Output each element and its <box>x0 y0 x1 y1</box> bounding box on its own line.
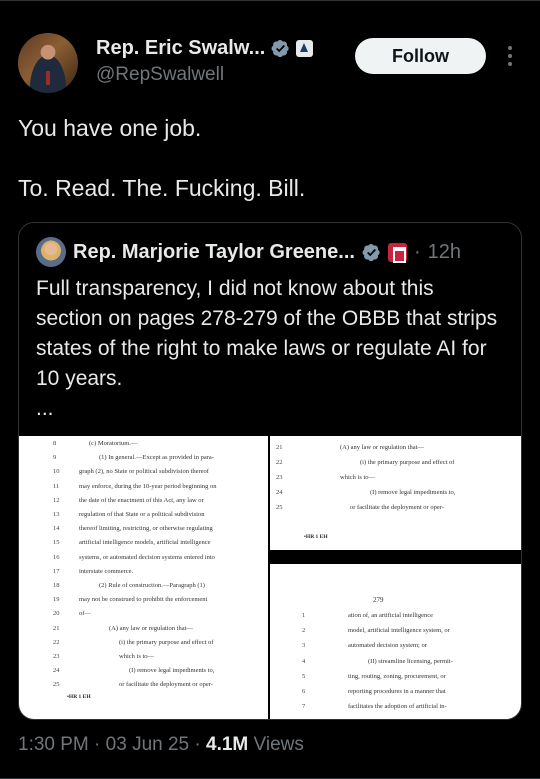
quoted-images: 8 (c) Moratorium.— 9 (1) In general.—Except… <box>19 436 521 719</box>
views-count: 4.1M <box>206 734 249 755</box>
bill-line-text: (A) any law or regulation that— <box>340 444 424 451</box>
tweet-author: Rep. Eric Swalw... @RepSwalwell Follow <box>18 33 518 93</box>
bill-line-text: (A) any law or regulation that— <box>109 624 193 632</box>
bill-line-number: 24 <box>53 667 60 675</box>
bill-line-number: 8 <box>53 440 57 447</box>
bill-line-text: systems, or automated decision systems e… <box>79 553 215 561</box>
bill-line-text: reporting procedures in a manner that <box>348 688 446 695</box>
bill-line-number: 1 <box>302 612 306 619</box>
bill-line-number: 15 <box>53 539 60 547</box>
bill-line-text: artificial intelligence models, artifici… <box>79 539 211 547</box>
author-name[interactable]: Rep. Eric Swalw... <box>96 37 265 60</box>
bill-line-text: which is to— <box>340 474 376 481</box>
quoted-timestamp: 12h <box>427 240 461 263</box>
quoted-author-name: Rep. Marjorie Taylor Greene... <box>73 240 355 263</box>
bill-line-number: 22 <box>53 638 60 646</box>
author-avatar[interactable] <box>18 33 78 93</box>
bill-line-number: 2 <box>302 627 306 635</box>
more-options-icon[interactable] <box>505 46 515 70</box>
bill-line-number: 12 <box>53 496 60 504</box>
quoted-tweet[interactable]: Rep. Marjorie Taylor Greene... · 12h Ful… <box>18 222 522 720</box>
bill-line-text: model, artificial intelligence system, o… <box>348 627 450 635</box>
bill-line-text: (II) streamline licensing, permit- <box>368 657 453 665</box>
tweet-meta: 1:30 PM · 03 Jun 25 · 4.1M Views <box>18 734 304 756</box>
bill-line-number: 22 <box>276 459 283 466</box>
bill-line-number: 11 <box>53 482 60 490</box>
bill-line-text: (i) the primary purpose and effect of <box>119 638 214 646</box>
meta-separator: · <box>94 734 101 755</box>
bill-line-number: 25 <box>276 504 283 511</box>
quoted-text: Full transparency, I did not know about … <box>36 274 506 424</box>
bill-line-number: 16 <box>53 553 60 561</box>
bill-line-text: ting, routing, zoning, procurement, or <box>348 672 446 680</box>
bill-line-text: (c) Moratorium.— <box>89 440 138 447</box>
bill-line-number: 5 <box>302 672 306 680</box>
bill-line-text: of— <box>79 610 91 618</box>
verified-badge-icon <box>362 243 380 261</box>
bill-page-number: 279 <box>373 596 384 604</box>
bill-line-text: ation of, an artificial intelligence <box>348 612 434 619</box>
quoted-author-avatar <box>36 237 66 267</box>
bill-line-text: the date of the enactment of this Act, a… <box>79 496 204 504</box>
quoted-ellipsis: ... <box>36 397 54 420</box>
bill-line-text: (1) In general.—Except as provided in pa… <box>99 454 214 462</box>
author-handle[interactable]: @RepSwalwell <box>96 64 224 86</box>
bill-line-number: 7 <box>302 703 306 711</box>
tweet-line: To. Read. The. Fucking. Bill. <box>18 175 306 201</box>
bill-line-number: 17 <box>53 567 60 575</box>
quoted-body: Full transparency, I did not know about … <box>36 277 498 390</box>
bill-line-text: (I) remove legal impediments to, <box>370 489 456 496</box>
bill-line-number: 20 <box>53 610 60 618</box>
bill-line-number: 6 <box>302 688 306 695</box>
bill-line-number: 24 <box>276 489 283 496</box>
tweet-text: You have one job. To. Read. The. Fucking… <box>18 113 518 233</box>
bill-line-text: (I) remove legal impediments to, <box>129 667 215 675</box>
house-badge-icon <box>387 242 407 263</box>
bill-line-text: may not be construed to prohibit the enf… <box>79 596 208 604</box>
bill-line-number: 25 <box>53 681 60 689</box>
views-label: Views <box>253 734 304 755</box>
meta-separator: · <box>194 734 201 755</box>
bill-page-image-right-top[interactable]: 21 (A) any law or regulation that— 22 (i) t… <box>270 436 521 550</box>
bill-line-text: regulation of that State or a political … <box>79 511 205 518</box>
bill-line-number: 21 <box>53 624 60 632</box>
bill-line-number: 10 <box>53 468 60 476</box>
bill-line-text: or facilitate the deployment or oper- <box>350 504 444 511</box>
top-divider <box>0 0 540 1</box>
bill-line-text: thereof limiting, restricting, or otherw… <box>79 525 213 533</box>
tweet-date[interactable]: 03 Jun 25 <box>106 734 189 755</box>
bill-line-text: facilitates the adoption of artificial i… <box>348 703 447 711</box>
quoted-author-row: Rep. Marjorie Taylor Greene... · 12h <box>36 237 461 267</box>
bill-line-number: 13 <box>53 511 60 518</box>
author-name-row: Rep. Eric Swalw... <box>96 37 314 60</box>
bill-footer-mark: •HR 1 EH <box>304 534 328 540</box>
quoted-separator: · <box>413 240 421 263</box>
bill-line-number: 21 <box>276 444 283 451</box>
bill-line-number: 19 <box>53 596 60 604</box>
tweet-time[interactable]: 1:30 PM <box>18 734 89 755</box>
bill-line-number: 4 <box>302 657 306 665</box>
bill-line-text: may enforce, during the 10-year period b… <box>79 482 217 490</box>
bill-line-text: or facilitate the deployment or oper- <box>119 681 213 689</box>
bill-page-image-right-bottom[interactable]: 279 1 ation of, an artificial intelligence… <box>270 564 521 719</box>
tweet-line: You have one job. <box>18 115 202 141</box>
bill-line-text: (i) the primary purpose and effect of <box>360 459 455 466</box>
bill-line-text: interstate commerce. <box>79 567 134 575</box>
bill-line-number: 18 <box>53 582 60 589</box>
bill-line-text: which is to— <box>119 653 155 660</box>
verified-badge-icon[interactable] <box>271 39 290 58</box>
bill-line-number: 23 <box>53 653 60 660</box>
bill-line-text: automated decision system; or <box>348 642 427 650</box>
bill-footer-mark: •HR 1 EH <box>67 694 91 700</box>
bill-line-number: 9 <box>53 454 57 462</box>
bill-line-number: 14 <box>53 525 60 533</box>
government-badge-icon[interactable] <box>296 40 314 57</box>
bill-line-number: 3 <box>302 642 306 650</box>
bill-page-image-left[interactable]: 8 (c) Moratorium.— 9 (1) In general.—Except… <box>19 436 268 719</box>
bill-line-text: graph (2), no State or political subdivi… <box>79 468 209 476</box>
bill-line-number: 23 <box>276 474 283 481</box>
follow-button[interactable]: Follow <box>355 38 486 74</box>
bill-line-text: (2) Rule of construction.—Paragraph (1) <box>99 582 205 589</box>
